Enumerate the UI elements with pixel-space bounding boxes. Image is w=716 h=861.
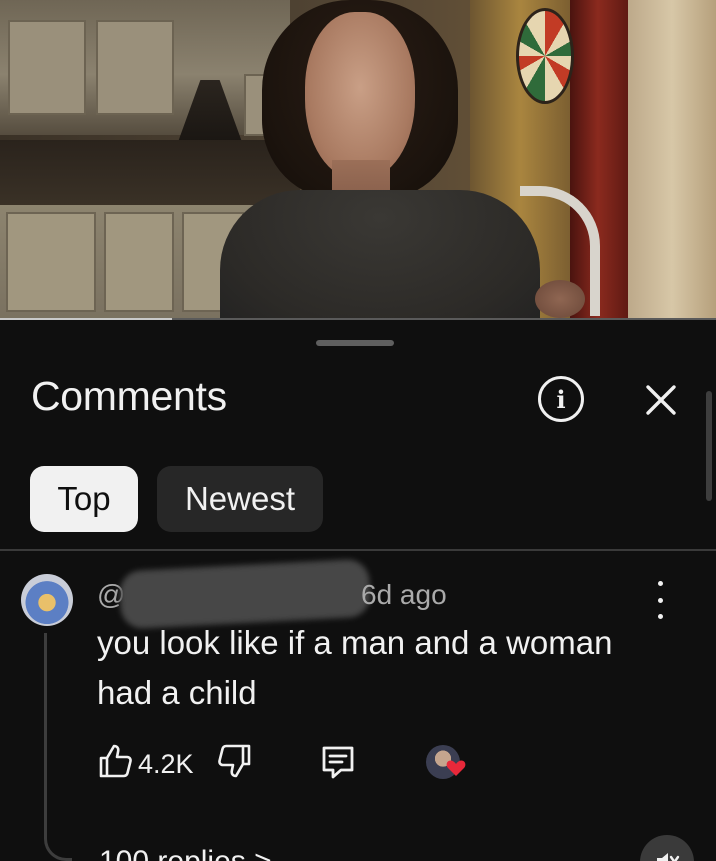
curtain-light [628,0,716,320]
mute-icon[interactable] [640,835,694,861]
person-face [305,12,415,180]
cabinet-door [8,20,86,115]
info-icon[interactable]: i [538,376,584,422]
sort-chip-newest[interactable]: Newest [157,466,323,532]
commenter-avatar[interactable] [21,574,73,626]
comments-sheet: Comments i Top Newest @ 6d ago you look … [0,321,716,861]
view-replies-link[interactable]: 100 replies > [99,845,272,861]
creator-heart [426,743,470,787]
scrollbar[interactable] [706,391,712,501]
drag-handle[interactable] [316,340,394,346]
cabinet-door [6,212,96,312]
thumbs-up-icon[interactable] [97,743,133,784]
thumbs-down-icon[interactable] [217,743,253,784]
divider [0,549,716,551]
close-icon[interactable] [638,377,684,423]
dartboard [516,8,574,104]
sort-chip-top[interactable]: Top [30,466,138,532]
comments-title: Comments [31,373,227,419]
kitchen-counter [0,140,300,210]
comment-timestamp: 6d ago [361,579,447,610]
video-progress-fill [0,318,172,320]
person-hand [535,280,585,318]
person-shirt [220,190,540,320]
comment-text-line: had a child [97,674,257,711]
cabinet-door [104,212,174,312]
video-player[interactable] [0,0,716,320]
thread-line [44,633,72,861]
heart-icon [446,760,466,776]
video-progress-bar[interactable] [0,318,716,320]
comment-text-line: you look like if a man and a woman [97,624,613,661]
comment-text: you look like if a man and a woman had a… [97,618,677,718]
cabinet-door [96,20,174,115]
more-options-icon[interactable] [648,581,672,619]
reply-comment-icon[interactable] [319,743,357,786]
like-count: 4.2K [138,749,194,779]
